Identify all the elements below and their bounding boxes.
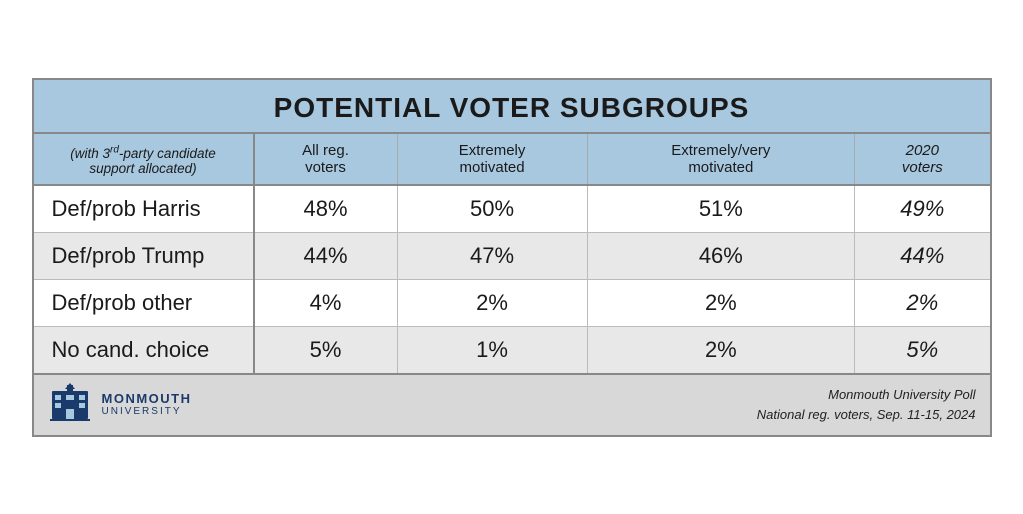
footer-logo: MONMOUTH UNIVERSITY (48, 383, 192, 427)
citation-line2: National reg. voters, Sep. 11-15, 2024 (757, 405, 976, 425)
col-header-extremely: Extremelymotivated (397, 134, 587, 185)
cell-category: No cand. choice (34, 326, 254, 373)
chart-title: POTENTIAL VOTER SUBGROUPS (44, 92, 980, 124)
cell-value: 4% (254, 279, 398, 326)
cell-value: 50% (397, 185, 587, 233)
footer-citation: Monmouth University Poll National reg. v… (757, 385, 976, 424)
cell-value: 2% (855, 279, 990, 326)
monmouth-logo-icon (48, 383, 92, 427)
cell-category: Def/prob other (34, 279, 254, 326)
logo-name-line2: UNIVERSITY (102, 406, 192, 418)
table-row: No cand. choice5%1%2%5% (34, 326, 990, 373)
table-body: Def/prob Harris48%50%51%49%Def/prob Trum… (34, 185, 990, 373)
citation-line1: Monmouth University Poll (757, 385, 976, 405)
cell-value: 44% (855, 232, 990, 279)
table-wrapper: (with 3rd-party candidatesupport allocat… (34, 134, 990, 373)
footer: MONMOUTH UNIVERSITY Monmouth University … (34, 373, 990, 435)
cell-value: 51% (587, 185, 855, 233)
cell-value: 49% (855, 185, 990, 233)
table-row: Def/prob Trump44%47%46%44% (34, 232, 990, 279)
cell-value: 48% (254, 185, 398, 233)
col-header-category: (with 3rd-party candidatesupport allocat… (34, 134, 254, 185)
cell-value: 2% (587, 279, 855, 326)
cell-value: 44% (254, 232, 398, 279)
data-table: (with 3rd-party candidatesupport allocat… (34, 134, 990, 373)
cell-value: 47% (397, 232, 587, 279)
cell-value: 2% (397, 279, 587, 326)
cell-value: 46% (587, 232, 855, 279)
table-header-row: (with 3rd-party candidatesupport allocat… (34, 134, 990, 185)
logo-name-line1: MONMOUTH (102, 391, 192, 407)
cell-category: Def/prob Trump (34, 232, 254, 279)
cell-value: 5% (254, 326, 398, 373)
table-row: Def/prob Harris48%50%51%49% (34, 185, 990, 233)
cell-category: Def/prob Harris (34, 185, 254, 233)
cell-value: 1% (397, 326, 587, 373)
col-header-extremely-very: Extremely/verymotivated (587, 134, 855, 185)
logo-text: MONMOUTH UNIVERSITY (102, 391, 192, 419)
col-header-all-reg: All reg.voters (254, 134, 398, 185)
cell-value: 2% (587, 326, 855, 373)
cell-value: 5% (855, 326, 990, 373)
table-row: Def/prob other4%2%2%2% (34, 279, 990, 326)
card-header: POTENTIAL VOTER SUBGROUPS (34, 80, 990, 134)
main-card: POTENTIAL VOTER SUBGROUPS (with 3rd-part… (32, 78, 992, 437)
col-header-2020: 2020voters (855, 134, 990, 185)
